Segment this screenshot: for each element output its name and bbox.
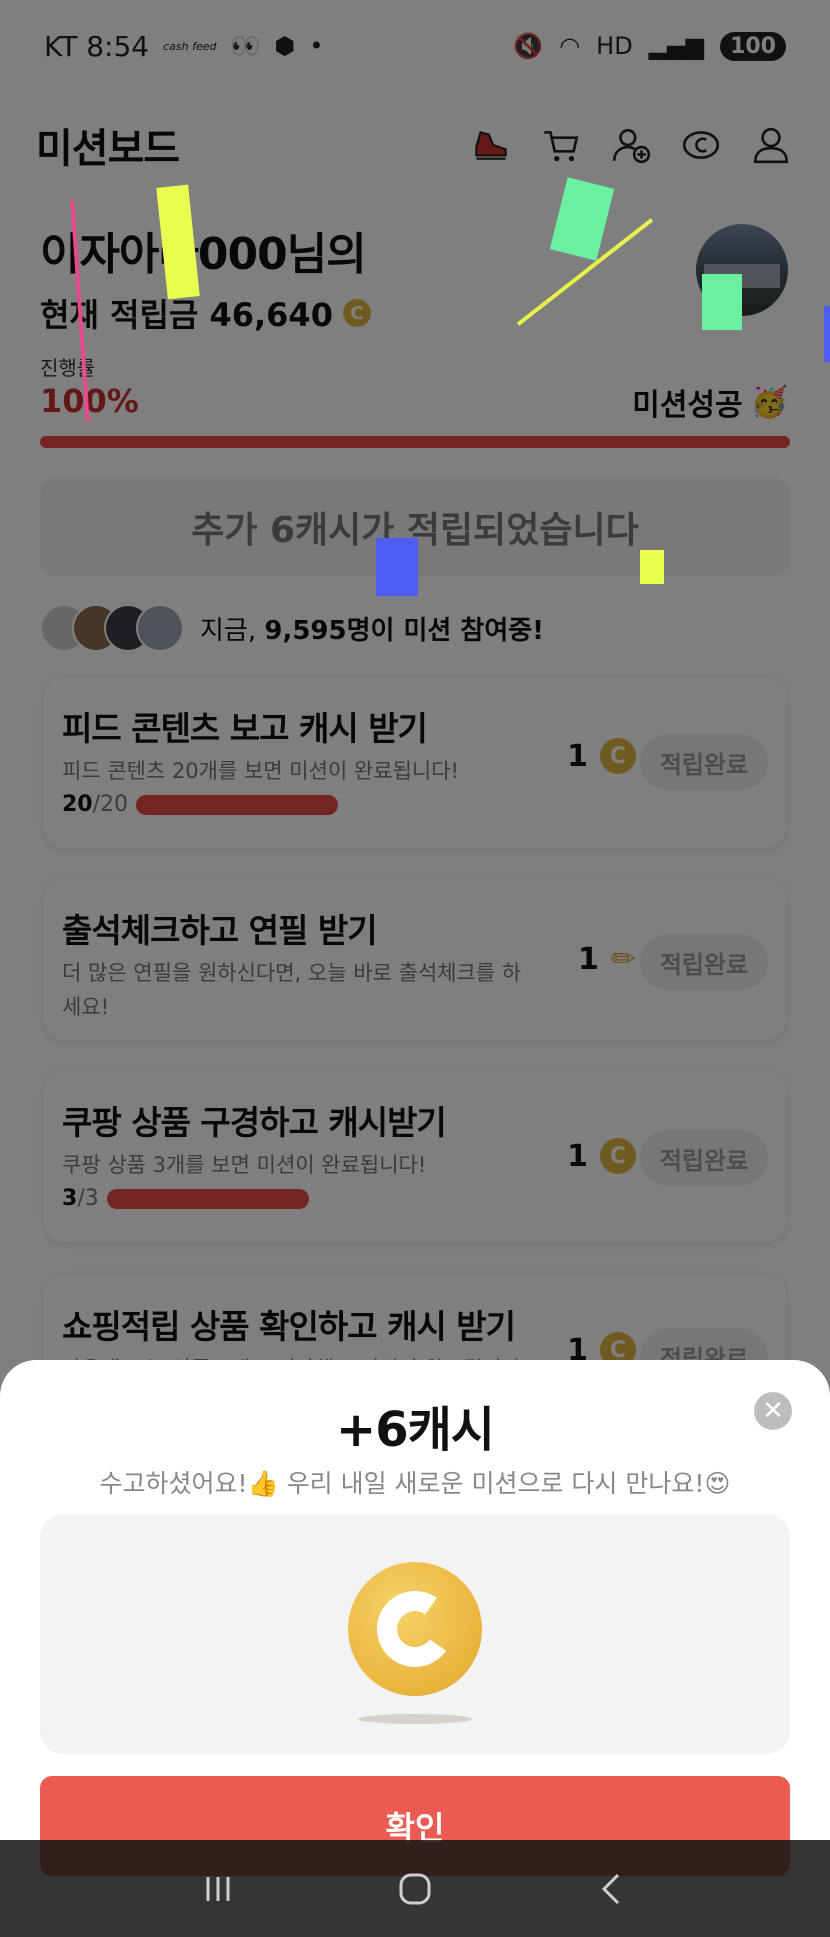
confetti-piece	[824, 306, 830, 362]
big-coin-icon	[348, 1562, 482, 1696]
coin-illustration-box	[40, 1514, 790, 1754]
back-icon[interactable]	[582, 1859, 642, 1919]
system-nav-bar	[0, 1840, 830, 1937]
confetti-piece	[640, 550, 664, 584]
close-icon[interactable]: ✕	[754, 1392, 792, 1430]
confetti-piece	[376, 538, 418, 596]
home-icon[interactable]	[385, 1859, 445, 1919]
sheet-subtitle: 수고하셨어요!👍 우리 내일 새로운 미션으로 다시 만나요!😍	[99, 1469, 731, 1498]
recent-apps-icon[interactable]	[188, 1859, 248, 1919]
sheet-title: +6캐시	[336, 1402, 495, 1458]
coin-shadow	[358, 1714, 472, 1724]
confetti-piece	[702, 274, 742, 330]
